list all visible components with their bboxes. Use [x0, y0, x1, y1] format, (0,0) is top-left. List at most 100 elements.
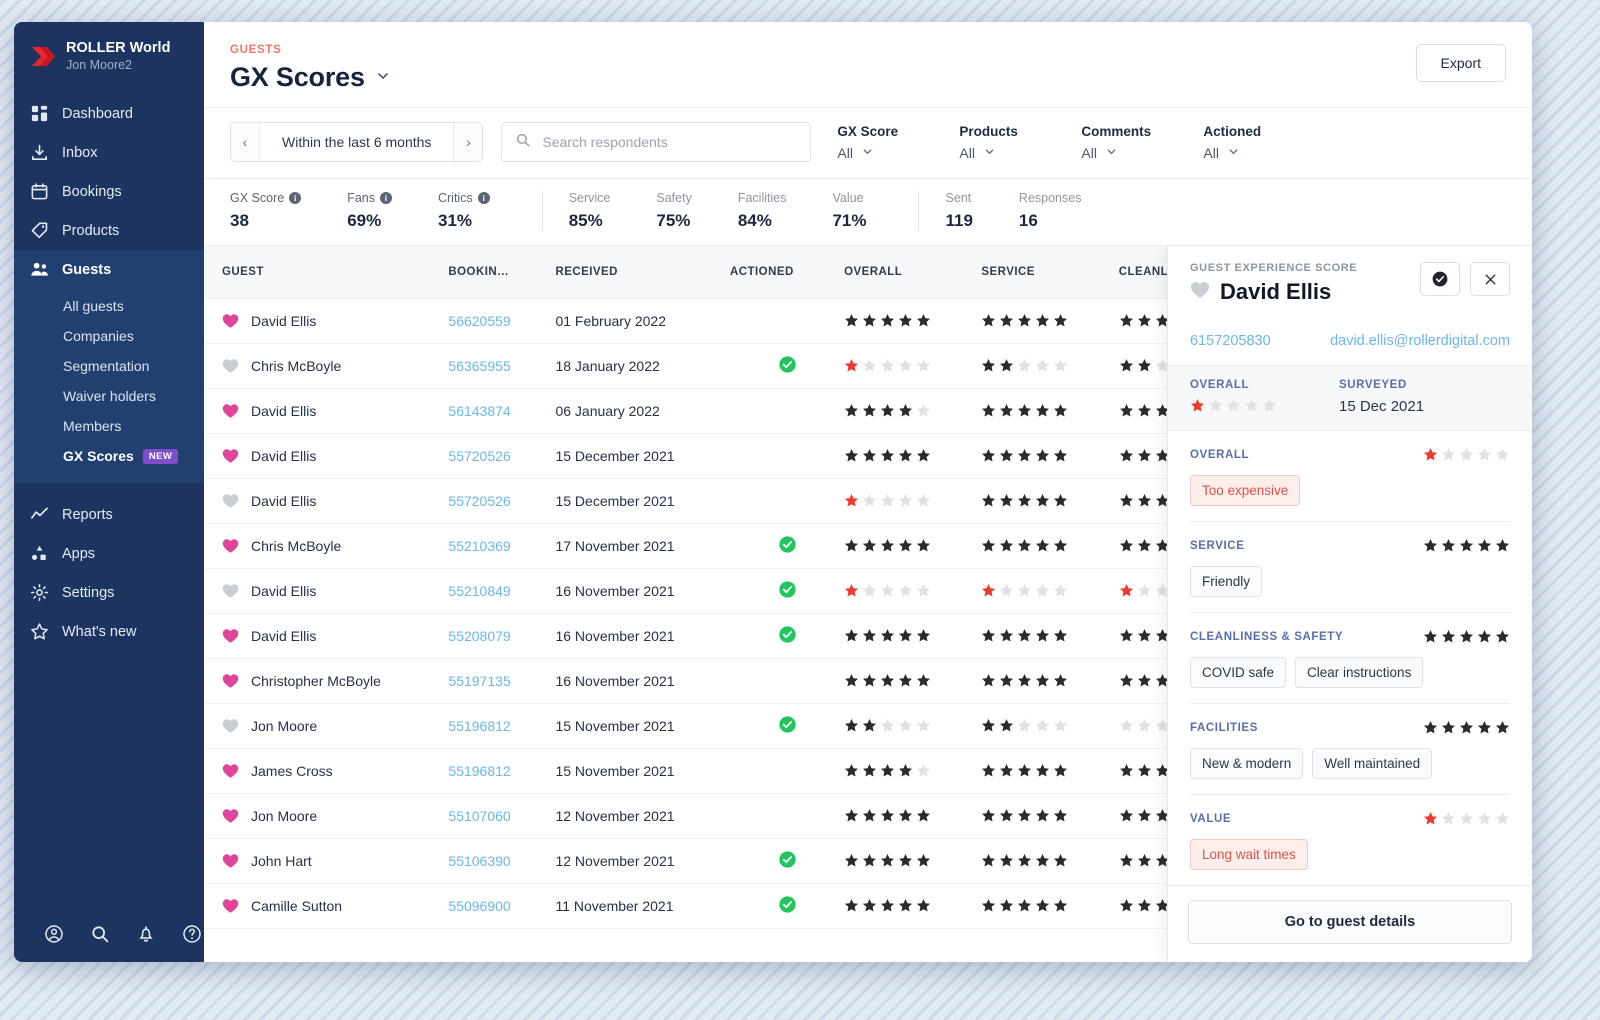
column-header-actioned[interactable]: ACTIONED [730, 246, 845, 299]
star-rating [1423, 629, 1510, 644]
new-badge: NEW [142, 448, 179, 464]
sidebar-item-inbox[interactable]: Inbox [14, 133, 204, 172]
filter-actioned[interactable]: Actioned All [1203, 124, 1299, 161]
sidebar-item-dashboard[interactable]: Dashboard [14, 94, 204, 133]
go-to-guest-details-button[interactable]: Go to guest details [1188, 900, 1512, 944]
brand-header[interactable]: ROLLER World Jon Moore2 [14, 22, 204, 94]
search-box[interactable] [501, 122, 812, 162]
sidebar-item-companies[interactable]: Companies [14, 321, 204, 351]
star-icon [1036, 494, 1050, 507]
guest-phone-link[interactable]: 6157205830 [1190, 333, 1271, 349]
booking-link[interactable]: 55096900 [448, 898, 510, 914]
star-icon [899, 539, 913, 552]
column-header-received[interactable]: RECEIVED [555, 246, 731, 299]
sidebar-item-gx-scores[interactable]: GX Scores NEW [14, 441, 204, 471]
booking-link[interactable]: 55106390 [448, 853, 510, 869]
search-input[interactable] [542, 134, 798, 150]
date-next-button[interactable]: › [453, 123, 483, 161]
date-range-selector[interactable]: ‹ Within the last 6 months › [230, 122, 484, 162]
people-icon [30, 260, 49, 279]
guest-cell: David Ellis [222, 448, 448, 464]
booking-link[interactable]: 55208079 [448, 628, 510, 644]
filter-comments[interactable]: Comments All [1081, 124, 1177, 161]
sidebar-item-apps[interactable]: Apps [14, 534, 204, 573]
star-icon [982, 719, 996, 732]
star-icon [1054, 899, 1068, 912]
sidebar-item-waiver-holders[interactable]: Waiver holders [14, 381, 204, 411]
help-icon[interactable] [182, 924, 202, 944]
booking-link[interactable]: 55196812 [448, 763, 510, 779]
info-icon[interactable]: i [289, 192, 302, 204]
star-rating [981, 808, 1118, 823]
star-icon [1423, 812, 1438, 825]
sidebar-item-members[interactable]: Members [14, 411, 204, 441]
booking-link[interactable]: 56365955 [448, 358, 510, 374]
sidebar-item-label: Inbox [62, 144, 98, 161]
star-icon [1018, 629, 1032, 642]
star-rating [981, 673, 1118, 688]
feedback-tag: Well maintained [1312, 748, 1433, 779]
column-header-booking[interactable]: BOOKIN… [448, 246, 556, 299]
sidebar-item-segmentation[interactable]: Segmentation [14, 351, 204, 381]
booking-link[interactable]: 55720526 [448, 493, 510, 509]
sidebar-item-settings[interactable]: Settings [14, 573, 204, 612]
star-icon [1119, 809, 1133, 822]
guest-email-link[interactable]: david.ellis@rollerdigital.com [1330, 333, 1510, 349]
star-icon [917, 539, 931, 552]
booking-link[interactable]: 56143874 [448, 403, 510, 419]
sidebar-item-whats-new[interactable]: What's new [14, 612, 204, 651]
filter-value-row[interactable]: All [1203, 145, 1299, 161]
star-icon [1018, 854, 1032, 867]
date-prev-button[interactable]: ‹ [231, 123, 260, 161]
star-icon [1054, 674, 1068, 687]
filter-value-row[interactable]: All [837, 145, 933, 161]
booking-link[interactable]: 55720526 [448, 448, 510, 464]
booking-link[interactable]: 55197135 [448, 673, 510, 689]
filter-value-row[interactable]: All [1081, 145, 1177, 161]
heart-icon [222, 898, 239, 913]
booking-link[interactable]: 55196812 [448, 718, 510, 734]
sidebar-item-all-guests[interactable]: All guests [14, 291, 204, 321]
account-icon[interactable] [44, 924, 64, 944]
star-icon [982, 404, 996, 417]
booking-link[interactable]: 55210849 [448, 583, 510, 599]
info-icon[interactable]: i [379, 192, 392, 204]
sidebar-item-products[interactable]: Products [14, 211, 204, 250]
booking-link[interactable]: 55210369 [448, 538, 510, 554]
star-rating [981, 493, 1118, 508]
star-icon [899, 809, 913, 822]
star-icon [1423, 630, 1438, 643]
star-icon [1018, 359, 1032, 372]
mark-actioned-button[interactable] [1420, 262, 1460, 296]
info-icon[interactable]: i [477, 192, 490, 204]
filter-gx-score[interactable]: GX Score All [837, 124, 933, 161]
guest-name: John Hart [251, 852, 312, 869]
filter-products[interactable]: Products All [959, 124, 1055, 161]
guest-cell: Chris McBoyle [222, 538, 448, 554]
guest-cell: Jon Moore [222, 808, 448, 824]
star-icon [899, 719, 913, 732]
sidebar-item-reports[interactable]: Reports [14, 495, 204, 534]
star-icon [917, 629, 931, 642]
search-icon[interactable] [90, 924, 110, 944]
booking-link[interactable]: 56620559 [448, 313, 510, 329]
bell-icon[interactable] [136, 924, 156, 944]
booking-link[interactable]: 55107060 [448, 808, 510, 824]
star-icon [1036, 854, 1050, 867]
sidebar-item-bookings[interactable]: Bookings [14, 172, 204, 211]
sidebar-item-guests[interactable]: Guests [14, 250, 204, 290]
export-button[interactable]: Export [1415, 44, 1506, 82]
star-icon [863, 809, 877, 822]
actioned-check-icon [778, 355, 796, 373]
detail-footer: Go to guest details [1168, 885, 1532, 962]
section-tags: Long wait times [1190, 839, 1510, 870]
column-header-overall[interactable]: OVERALL [844, 246, 982, 299]
column-header-guest[interactable]: GUEST [204, 246, 449, 299]
close-panel-button[interactable] [1470, 262, 1510, 296]
column-header-service[interactable]: SERVICE [981, 246, 1119, 299]
chevron-down-icon[interactable] [376, 69, 390, 86]
stat-value: 84% [737, 211, 772, 230]
tag-icon [30, 221, 49, 240]
star-icon [1137, 494, 1151, 507]
filter-value-row[interactable]: All [959, 145, 1055, 161]
